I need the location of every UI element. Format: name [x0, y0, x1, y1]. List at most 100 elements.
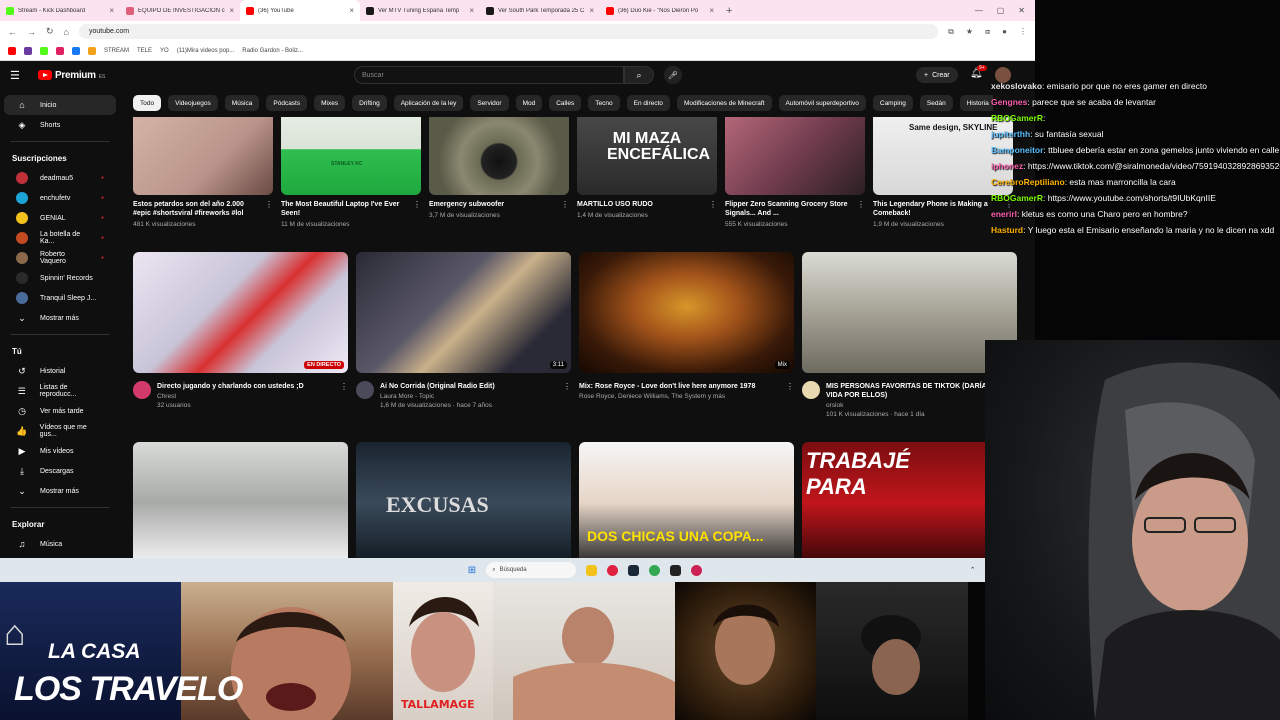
filter-chip[interactable]: Calles [549, 95, 582, 111]
filter-chip[interactable]: En directo [626, 95, 670, 111]
sidebar-item[interactable]: ♫ Música [4, 534, 116, 554]
reload-icon[interactable]: ↻ [46, 26, 54, 37]
video-thumbnail[interactable] [133, 117, 273, 195]
close-window-icon[interactable]: ✕ [1018, 6, 1025, 15]
bookmark-favicon-icon[interactable] [72, 47, 80, 55]
filter-chip[interactable]: Música [224, 95, 260, 111]
more-options-icon[interactable]: ⋮ [709, 200, 717, 209]
video-title[interactable]: Emergency subwoofer [429, 200, 569, 209]
you-header[interactable]: Tú [0, 341, 120, 361]
filter-chip[interactable]: Modificaciones de Minecraft [676, 95, 772, 111]
install-icon[interactable]: ⧉ [948, 27, 954, 37]
subscriptions-header[interactable]: Suscripciones [0, 148, 120, 168]
subscription-item[interactable]: deadmau5 ● [4, 168, 116, 188]
bookmark-item[interactable]: STREAM [104, 48, 129, 54]
video-thumbnail[interactable] [725, 117, 865, 195]
app-icon[interactable] [691, 564, 703, 576]
subscription-item[interactable]: Roberto Vaquero ● [4, 248, 116, 268]
channel-avatar[interactable] [802, 381, 820, 399]
chrome-icon[interactable] [649, 564, 661, 576]
sidebar-item[interactable]: ⌄ Mostrar más [4, 481, 116, 501]
close-icon[interactable]: × [349, 6, 354, 15]
video-card[interactable]: Emergency subwoofer ⋮ 3,7 M de visualizaci… [429, 117, 569, 228]
profile-icon[interactable]: ● [1002, 27, 1007, 37]
search-button[interactable]: ⌕ [624, 66, 654, 84]
video-thumbnail[interactable]: 3:11 [356, 252, 571, 373]
video-card[interactable]: Mix Mix: Rose Royce - Love don't live her… [579, 252, 794, 418]
taskbar-search[interactable]: ⌕ Búsqueda [486, 562, 577, 578]
filter-chip[interactable]: Camping [872, 95, 913, 111]
sidebar-item[interactable]: ◷ Ver más tarde [4, 401, 116, 421]
more-options-icon[interactable]: ⋮ [857, 200, 865, 209]
filter-chip[interactable]: Servidor [470, 95, 509, 111]
maximize-icon[interactable]: ▢ [997, 6, 1005, 15]
channel-name[interactable]: Chrest [157, 393, 348, 400]
youtube-logo[interactable]: Premium ES [38, 70, 105, 81]
more-options-icon[interactable]: ⋮ [340, 382, 348, 391]
chevron-up-icon[interactable]: ⌃ [970, 566, 976, 574]
filter-chip[interactable]: Todo [133, 95, 162, 111]
sidebar-item[interactable]: ⤓ Descargas [4, 461, 116, 481]
browser-tab[interactable]: (36) YouTube × [240, 0, 360, 21]
video-thumbnail[interactable] [429, 117, 569, 195]
video-card[interactable]: Estos petardos son del año 2.000 #epic #… [133, 117, 273, 228]
sidebar-item[interactable]: 👍 Vídeos que me gus... [4, 421, 116, 441]
video-thumbnail[interactable]: EN DIRECTO [133, 252, 348, 373]
bookmark-item[interactable]: YO [160, 48, 169, 54]
bookmark-favicon-icon[interactable] [24, 47, 32, 55]
subscription-item[interactable]: GENIAL ● [4, 208, 116, 228]
video-title[interactable]: Flipper Zero Scanning Grocery Store Sign… [725, 200, 865, 218]
filter-chip[interactable]: Sedán [919, 95, 953, 111]
video-card[interactable]: EN DIRECTO Directo jugando y charlando co… [133, 252, 348, 418]
video-title[interactable]: MARTILLO USO RUDO [577, 200, 717, 209]
subscription-item[interactable]: enchufetv ● [4, 188, 116, 208]
bookmark-favicon-icon[interactable] [56, 47, 64, 55]
channel-avatar[interactable] [356, 381, 374, 399]
subscription-item[interactable]: La botella de Ka... ● [4, 228, 116, 248]
video-card[interactable]: EXCUSAS [356, 442, 571, 558]
filter-chip[interactable]: Mixes [314, 95, 346, 111]
bookmark-item[interactable]: (11)Mira videos pop... [177, 48, 235, 54]
filter-chip[interactable]: Tecno [588, 95, 620, 111]
filter-chip[interactable]: Pódcasts [266, 95, 308, 111]
filter-chip[interactable]: Aplicación de la ley [393, 95, 464, 111]
close-icon[interactable]: × [709, 6, 714, 15]
home-nav-icon[interactable]: ⌂ [64, 27, 69, 37]
filter-chip[interactable]: Automóvil superdeportivo [778, 95, 866, 111]
video-title[interactable]: Directo jugando y charlando con ustedes … [157, 382, 348, 391]
video-card[interactable] [133, 442, 348, 558]
browser-tab[interactable]: EQUIPO DE INVESTIGACIÓN co × [120, 0, 240, 21]
browser-tab[interactable]: Ver MTV Tuning España Temp × [360, 0, 480, 21]
voice-search-button[interactable]: 🎤︎ [664, 66, 682, 84]
video-thumbnail[interactable]: EXCUSAS [356, 442, 571, 558]
sidebar-item[interactable]: ▶ Mis vídeos [4, 441, 116, 461]
browser-tab[interactable]: Ver South Park Temporada 25 C × [480, 0, 600, 21]
sidebar-item[interactable]: ☰ Listas de reproducc... [4, 381, 116, 401]
more-options-icon[interactable]: ⋮ [561, 200, 569, 209]
steam-icon[interactable] [628, 564, 640, 576]
app-icon[interactable] [607, 564, 619, 576]
close-icon[interactable]: × [109, 6, 114, 15]
video-thumbnail[interactable]: Mix [579, 252, 794, 373]
bookmark-favicon-icon[interactable] [40, 47, 48, 55]
filter-chip[interactable]: Videojuegos [168, 95, 218, 111]
windows-start-icon[interactable]: ⊞ [468, 565, 476, 576]
video-title[interactable]: Estos petardos son del año 2.000 #epic #… [133, 200, 273, 218]
subscription-item[interactable]: Spinnin' Records [4, 268, 116, 288]
close-icon[interactable]: × [589, 6, 594, 15]
new-tab-button[interactable]: + [720, 5, 738, 17]
video-card[interactable]: MI MAZA ENCEFÁLICA MARTILLO USO RUDO ⋮ 1,4 … [577, 117, 717, 228]
channel-avatar[interactable] [133, 381, 151, 399]
forward-icon[interactable]: → [27, 27, 36, 37]
sidebar-item-shorts[interactable]: ◈ Shorts [4, 115, 116, 135]
subscription-item[interactable]: Tranquil Sleep J... [4, 288, 116, 308]
video-card[interactable]: 3:11 Ai No Corrida (Original Radio Edit) L… [356, 252, 571, 418]
obs-icon[interactable] [670, 564, 682, 576]
file-explorer-icon[interactable] [586, 564, 598, 576]
filter-chip[interactable]: Mod [515, 95, 543, 111]
more-options-icon[interactable]: ⋮ [265, 200, 273, 209]
video-thumbnail[interactable]: MI MAZA ENCEFÁLICA [577, 117, 717, 195]
hamburger-menu-icon[interactable]: ☰ [10, 69, 26, 82]
sidebar-item[interactable]: ↺ Historial [4, 361, 116, 381]
bookmark-item[interactable]: Radio Gardon - Boliz... [242, 48, 303, 54]
